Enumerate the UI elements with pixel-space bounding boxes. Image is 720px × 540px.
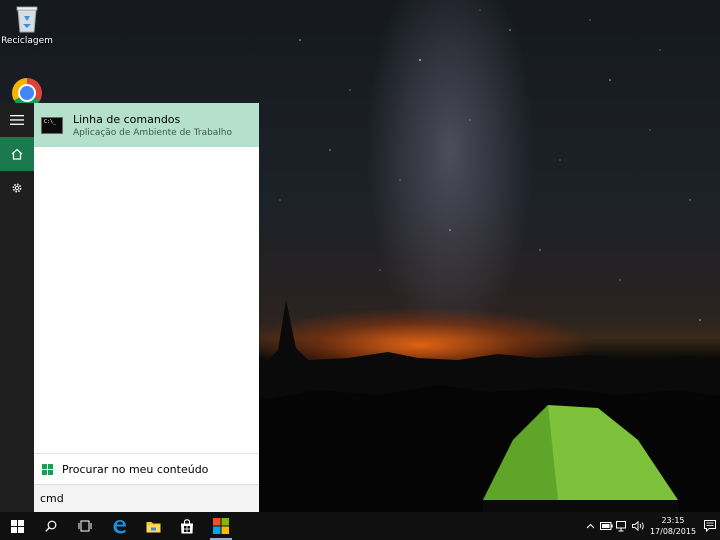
- edge-button[interactable]: [102, 512, 136, 540]
- store-button[interactable]: [170, 512, 204, 540]
- search-taskbar-button[interactable]: [34, 512, 68, 540]
- search-input[interactable]: [40, 492, 240, 505]
- settings-button[interactable]: [0, 171, 34, 205]
- search-icon: [45, 520, 57, 532]
- show-hidden-icons-button[interactable]: [582, 512, 598, 540]
- recycle-bin-shortcut[interactable]: Reciclagem: [0, 4, 54, 46]
- office-icon: [213, 518, 229, 534]
- network-icon: [616, 520, 626, 531]
- windows-start-icon: [10, 519, 24, 533]
- start-button[interactable]: [0, 512, 34, 540]
- search-results-panel: Linha de comandos Aplicação de Ambiente …: [34, 103, 259, 512]
- best-match-result[interactable]: Linha de comandos Aplicação de Ambiente …: [34, 103, 259, 147]
- system-tray: 23:15 17/08/2015: [582, 512, 720, 540]
- home-button[interactable]: [0, 137, 34, 171]
- hamburger-menu-button[interactable]: [0, 103, 34, 137]
- result-title: Linha de comandos: [73, 112, 181, 126]
- command-prompt-icon: [41, 116, 63, 134]
- clock-time: 23:15: [661, 516, 685, 525]
- hamburger-menu-icon: [10, 115, 24, 125]
- edge-icon: [113, 519, 126, 533]
- office-button[interactable]: [204, 512, 238, 540]
- result-subtitle: Aplicação de Ambiente de Trabalho: [73, 127, 233, 138]
- file-explorer-icon: [146, 521, 160, 532]
- action-center-button[interactable]: [700, 512, 720, 540]
- home-icon: [11, 148, 23, 160]
- notification-icon: [704, 520, 716, 532]
- taskbar: 23:15 17/08/2015: [0, 512, 720, 540]
- task-view-icon: [78, 520, 92, 532]
- battery-icon: [599, 522, 613, 530]
- windows-logo-icon: [42, 463, 53, 475]
- store-icon: [181, 518, 193, 533]
- search-my-stuff-button[interactable]: Procurar no meu conteúdo: [34, 453, 259, 484]
- clock[interactable]: 23:15 17/08/2015: [648, 515, 698, 537]
- volume-icon: [631, 521, 644, 531]
- recycle-bin-icon: [14, 4, 40, 34]
- network-button[interactable]: [614, 512, 630, 540]
- start-left-rail: [0, 103, 34, 512]
- task-view-button[interactable]: [68, 512, 102, 540]
- settings-gear-icon: [12, 183, 22, 193]
- search-box[interactable]: [34, 484, 259, 512]
- clock-date: 17/08/2015: [649, 527, 697, 536]
- chevron-up-icon: [586, 523, 594, 529]
- recycle-bin-label: Reciclagem: [1, 36, 53, 46]
- volume-button[interactable]: [630, 512, 646, 540]
- file-explorer-button[interactable]: [136, 512, 170, 540]
- my-stuff-label: Procurar no meu conteúdo: [62, 462, 209, 476]
- battery-button[interactable]: [598, 512, 614, 540]
- mountain-silhouette: [258, 300, 720, 512]
